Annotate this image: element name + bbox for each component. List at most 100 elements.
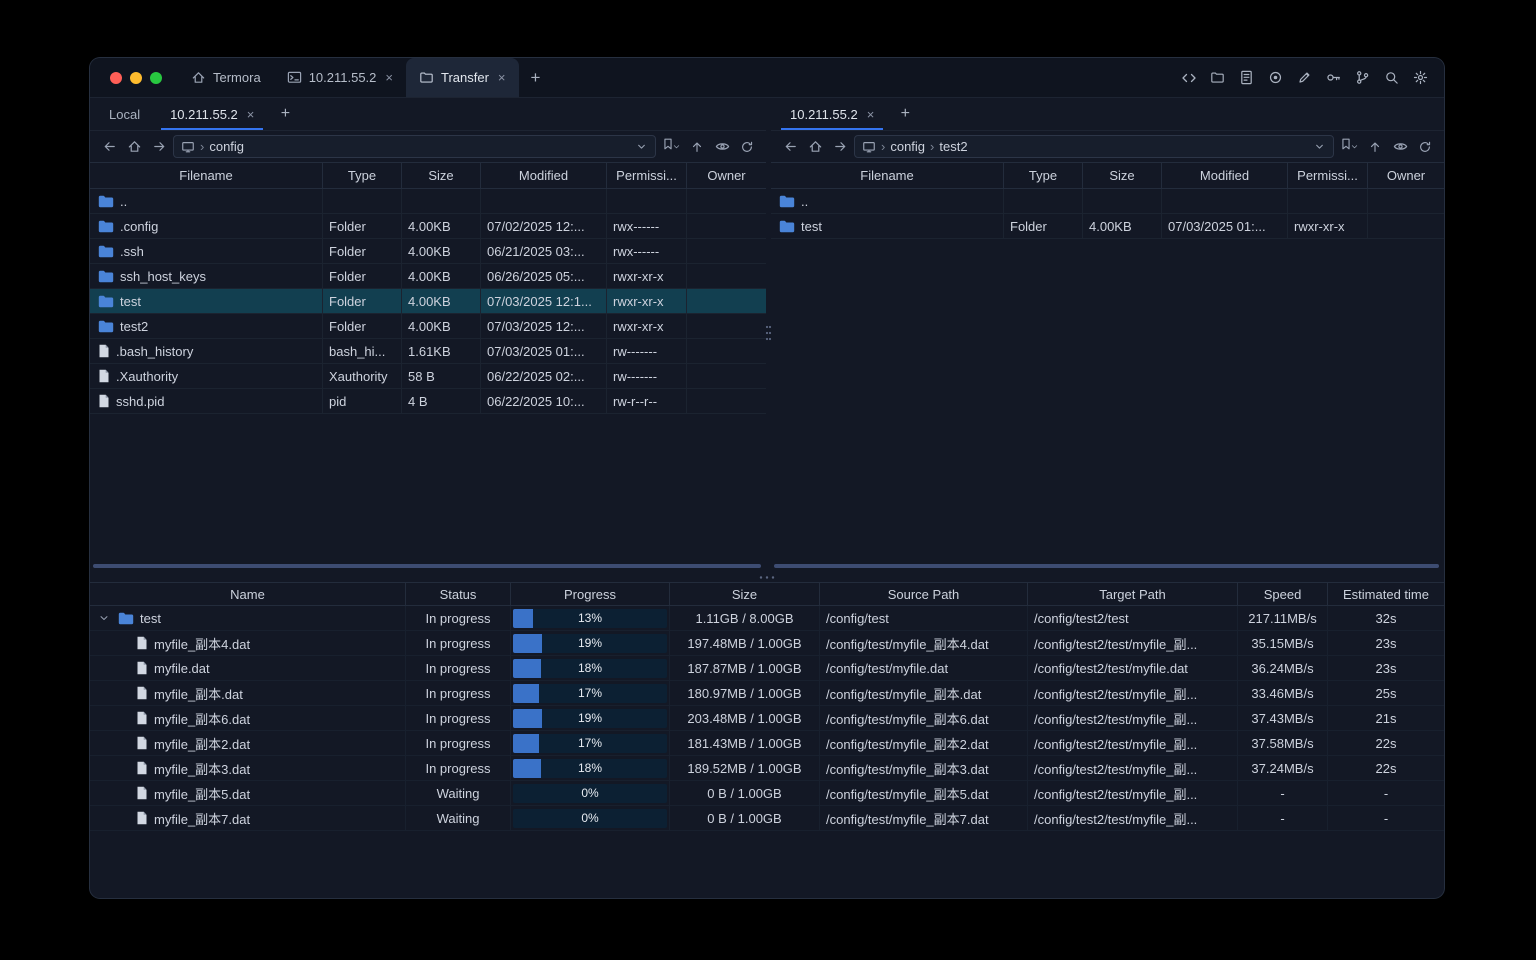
search-icon[interactable] bbox=[1380, 66, 1403, 89]
zoom-window-button[interactable] bbox=[150, 71, 162, 84]
file-row[interactable]: test Folder 4.00KB 07/03/2025 01:... rwxr-xr… bbox=[771, 214, 1444, 239]
minimize-window-button[interactable] bbox=[130, 71, 142, 84]
transfer-row[interactable]: myfile.dat In progress 18% 187.87MB / 1.00G… bbox=[90, 656, 1444, 681]
panel-tab-10-211-55-2[interactable]: 10.211.55.2 × bbox=[775, 98, 889, 130]
transfer-name-cell: myfile.dat bbox=[90, 656, 406, 680]
column-header-size[interactable]: Size bbox=[670, 583, 820, 605]
column-header-name[interactable]: Name bbox=[90, 583, 406, 605]
panel-tab-10-211-55-2[interactable]: 10.211.55.2 × bbox=[155, 98, 269, 130]
upload-button[interactable] bbox=[1364, 136, 1386, 158]
file-row[interactable]: .ssh Folder 4.00KB 06/21/2025 03:... rwx----… bbox=[90, 239, 766, 264]
column-header-owner[interactable]: Owner bbox=[1368, 163, 1444, 188]
column-header-owner[interactable]: Owner bbox=[687, 163, 766, 188]
column-header-permissi[interactable]: Permissi... bbox=[607, 163, 687, 188]
column-header-permissi[interactable]: Permissi... bbox=[1288, 163, 1368, 188]
new-tab-button[interactable]: + bbox=[889, 98, 921, 130]
transfer-row[interactable]: myfile_副本.dat In progress 17% 180.97MB / 1.… bbox=[90, 681, 1444, 706]
horizontal-scrollbar[interactable] bbox=[93, 564, 761, 568]
column-header-type[interactable]: Type bbox=[1004, 163, 1083, 188]
refresh-button[interactable] bbox=[1414, 136, 1436, 158]
forward-button[interactable] bbox=[829, 136, 851, 158]
refresh-button[interactable] bbox=[736, 136, 758, 158]
column-header-progress[interactable]: Progress bbox=[511, 583, 670, 605]
transfer-row[interactable]: myfile_副本7.dat Waiting 0% 0 B / 1.00GB/conf… bbox=[90, 806, 1444, 831]
column-header-type[interactable]: Type bbox=[323, 163, 402, 188]
transfer-splitter[interactable] bbox=[90, 572, 1444, 582]
transfer-row[interactable]: myfile_副本5.dat Waiting 0% 0 B / 1.00GB/conf… bbox=[90, 781, 1444, 806]
bookmark-button[interactable] bbox=[1337, 136, 1361, 158]
file-owner bbox=[687, 264, 766, 288]
titlebar-tab-transfer[interactable]: Transfer × bbox=[406, 58, 519, 97]
close-tab-icon[interactable]: × bbox=[245, 107, 255, 122]
column-header-filename[interactable]: Filename bbox=[90, 163, 323, 188]
back-button[interactable] bbox=[98, 136, 120, 158]
transfer-row[interactable]: myfile_副本2.dat In progress 17% 181.43MB / 1… bbox=[90, 731, 1444, 756]
transfer-row[interactable]: myfile_副本6.dat In progress 19% 203.48MB / 1… bbox=[90, 706, 1444, 731]
key-icon[interactable] bbox=[1322, 66, 1345, 89]
transfer-row[interactable]: myfile_副本3.dat In progress 18% 189.52MB / 1… bbox=[90, 756, 1444, 781]
path-dropdown-icon[interactable] bbox=[1313, 140, 1326, 153]
file-row[interactable]: ssh_host_keys Folder 4.00KB 06/26/2025 05:.… bbox=[90, 264, 766, 289]
back-button[interactable] bbox=[779, 136, 801, 158]
file-row[interactable]: .. bbox=[771, 189, 1444, 214]
file-row[interactable]: .bash_history bash_hi... 1.61KB 07/03/2025 … bbox=[90, 339, 766, 364]
file-name: test bbox=[801, 218, 822, 234]
file-row[interactable]: .. bbox=[90, 189, 766, 214]
column-header-speed[interactable]: Speed bbox=[1238, 583, 1328, 605]
breadcrumb-item[interactable]: test2 bbox=[939, 139, 967, 154]
home-button[interactable] bbox=[804, 136, 826, 158]
edit-icon[interactable] bbox=[1293, 66, 1316, 89]
path-input[interactable]: › config bbox=[173, 135, 656, 158]
transfer-name: myfile_副本.dat bbox=[154, 686, 243, 702]
path-dropdown-icon[interactable] bbox=[635, 140, 648, 153]
file-row[interactable]: .Xauthority Xauthority 58 B 06/22/2025 02:.… bbox=[90, 364, 766, 389]
transfer-row[interactable]: test In progress 13% 1.11GB / 8.00GB/config… bbox=[90, 606, 1444, 631]
show-hidden-button[interactable] bbox=[711, 136, 733, 158]
column-header-size[interactable]: Size bbox=[1083, 163, 1162, 188]
breadcrumb-separator: › bbox=[930, 139, 935, 154]
titlebar-tab-10-211-55-2[interactable]: 10.211.55.2 × bbox=[274, 58, 406, 97]
file-row[interactable]: test Folder 4.00KB 07/03/2025 12:1... rwxr-x… bbox=[90, 289, 766, 314]
column-header-size[interactable]: Size bbox=[402, 163, 481, 188]
column-header-modified[interactable]: Modified bbox=[481, 163, 607, 188]
column-header-source-path[interactable]: Source Path bbox=[820, 583, 1028, 605]
transfer-row[interactable]: myfile_副本4.dat In progress 19% 197.48MB / 1… bbox=[90, 631, 1444, 656]
close-tab-icon[interactable]: × bbox=[865, 107, 875, 122]
file-name-cell: sshd.pid bbox=[90, 389, 323, 413]
column-header-filename[interactable]: Filename bbox=[771, 163, 1004, 188]
folder-icon[interactable] bbox=[1206, 66, 1229, 89]
file-row[interactable]: test2 Folder 4.00KB 07/03/2025 12:... rwxr-x… bbox=[90, 314, 766, 339]
file-row[interactable]: sshd.pid pid 4 B 06/22/2025 10:... rw-r--r-- bbox=[90, 389, 766, 414]
breadcrumb-item[interactable]: config bbox=[890, 139, 925, 154]
breadcrumb-item[interactable]: config bbox=[209, 139, 244, 154]
new-window-tab-button[interactable]: + bbox=[519, 58, 553, 97]
log-icon[interactable] bbox=[1235, 66, 1258, 89]
bookmark-button[interactable] bbox=[659, 136, 683, 158]
forward-button[interactable] bbox=[148, 136, 170, 158]
column-header-status[interactable]: Status bbox=[406, 583, 511, 605]
close-window-button[interactable] bbox=[110, 71, 122, 84]
transfer-source-path: /config/test/myfile_副本5.dat bbox=[820, 781, 1028, 805]
code-icon[interactable] bbox=[1177, 66, 1200, 89]
titlebar-tab-termora[interactable]: Termora bbox=[178, 58, 274, 97]
new-tab-button[interactable]: + bbox=[269, 98, 301, 130]
file-icon bbox=[136, 736, 148, 750]
chevron-down-icon[interactable] bbox=[98, 612, 112, 624]
upload-button[interactable] bbox=[686, 136, 708, 158]
show-hidden-button[interactable] bbox=[1389, 136, 1411, 158]
path-input[interactable]: › config › test2 bbox=[854, 135, 1334, 158]
horizontal-scrollbar[interactable] bbox=[774, 564, 1439, 568]
record-icon[interactable] bbox=[1264, 66, 1287, 89]
column-header-estimated-time[interactable]: Estimated time bbox=[1328, 583, 1444, 605]
panel-tab-local[interactable]: Local bbox=[94, 98, 155, 130]
branch-icon[interactable] bbox=[1351, 66, 1374, 89]
close-tab-icon[interactable]: × bbox=[383, 70, 393, 85]
column-header-modified[interactable]: Modified bbox=[1162, 163, 1288, 188]
column-header-target-path[interactable]: Target Path bbox=[1028, 583, 1238, 605]
close-tab-icon[interactable]: × bbox=[496, 70, 506, 85]
home-button[interactable] bbox=[123, 136, 145, 158]
terminal-icon bbox=[287, 70, 302, 85]
file-row[interactable]: .config Folder 4.00KB 07/02/2025 12:... rwx-… bbox=[90, 214, 766, 239]
file-modified: 07/02/2025 12:... bbox=[481, 214, 607, 238]
settings-icon[interactable] bbox=[1409, 66, 1432, 89]
